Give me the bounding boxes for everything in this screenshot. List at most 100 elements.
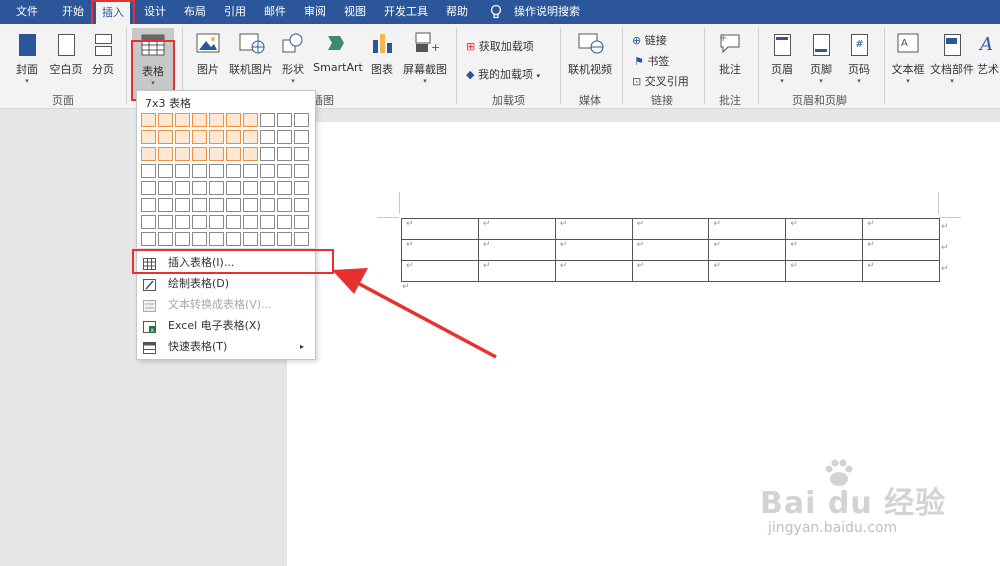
grid-cell[interactable] xyxy=(158,113,173,127)
online-picture-button[interactable]: 联机图片 xyxy=(226,32,276,77)
table-cell[interactable]: ↵ xyxy=(631,260,710,282)
table-cell[interactable]: ↵ xyxy=(631,239,710,261)
grid-cell[interactable] xyxy=(226,147,241,161)
grid-cell[interactable] xyxy=(243,147,258,161)
grid-cell[interactable] xyxy=(141,181,156,195)
grid-cell[interactable] xyxy=(192,181,207,195)
grid-cell[interactable] xyxy=(277,164,292,178)
grid-cell[interactable] xyxy=(277,232,292,246)
grid-cell[interactable] xyxy=(192,232,207,246)
grid-cell[interactable] xyxy=(226,215,241,229)
tab-file[interactable]: 文件 xyxy=(16,0,38,24)
grid-cell[interactable] xyxy=(209,181,224,195)
grid-cell[interactable] xyxy=(158,181,173,195)
grid-cell[interactable] xyxy=(277,147,292,161)
draw-table-menu-item[interactable]: 绘制表格(D) xyxy=(138,274,314,294)
tab-design[interactable]: 设计 xyxy=(144,0,166,24)
grid-cell[interactable] xyxy=(277,198,292,212)
bookmark-button[interactable]: ⚑ 书签 xyxy=(634,53,669,69)
wordart-button[interactable]: A 艺术 xyxy=(976,32,1000,77)
grid-cell[interactable] xyxy=(158,198,173,212)
grid-cell[interactable] xyxy=(243,215,258,229)
grid-cell[interactable] xyxy=(175,113,190,127)
grid-cell[interactable] xyxy=(243,181,258,195)
header-button[interactable]: 页眉 ▾ xyxy=(766,32,798,85)
grid-cell[interactable] xyxy=(260,164,275,178)
grid-cell[interactable] xyxy=(192,198,207,212)
table-cell[interactable]: ↵ xyxy=(862,239,940,261)
grid-cell[interactable] xyxy=(175,130,190,144)
tab-layout[interactable]: 布局 xyxy=(184,0,206,24)
grid-cell[interactable] xyxy=(226,198,241,212)
table-cell[interactable]: ↵ xyxy=(401,218,479,240)
grid-cell[interactable] xyxy=(226,232,241,246)
table-cell[interactable]: ↵ xyxy=(477,218,556,240)
grid-cell[interactable] xyxy=(294,232,309,246)
grid-cell[interactable] xyxy=(158,147,173,161)
table-cell[interactable]: ↵ xyxy=(862,218,940,240)
grid-cell[interactable] xyxy=(243,130,258,144)
grid-cell[interactable] xyxy=(294,181,309,195)
picture-button[interactable]: 图片 xyxy=(192,32,224,77)
grid-cell[interactable] xyxy=(141,147,156,161)
grid-cell[interactable] xyxy=(158,130,173,144)
grid-cell[interactable] xyxy=(277,181,292,195)
grid-cell[interactable] xyxy=(294,215,309,229)
table-cell[interactable]: ↵ xyxy=(554,218,633,240)
quick-tables-menu-item[interactable]: 快速表格(T) ▸ xyxy=(138,337,314,357)
table-cell[interactable]: ↵ xyxy=(631,218,710,240)
grid-cell[interactable] xyxy=(260,147,275,161)
grid-cell[interactable] xyxy=(226,113,241,127)
grid-cell[interactable] xyxy=(277,130,292,144)
grid-cell[interactable] xyxy=(209,147,224,161)
tab-home[interactable]: 开始 xyxy=(62,0,84,24)
quick-parts-button[interactable]: 文档部件 ▾ xyxy=(930,32,974,85)
table-cell[interactable]: ↵ xyxy=(785,260,864,282)
grid-cell[interactable] xyxy=(209,198,224,212)
my-addins-button[interactable]: ◆ 我的加载项 ▾ xyxy=(466,66,540,82)
table-cell[interactable]: ↵ xyxy=(708,218,787,240)
table-cell[interactable]: ↵ xyxy=(554,239,633,261)
smartart-button[interactable]: SmartArt xyxy=(312,32,364,74)
grid-cell[interactable] xyxy=(294,147,309,161)
grid-cell[interactable] xyxy=(209,130,224,144)
tab-mailings[interactable]: 邮件 xyxy=(264,0,286,24)
tab-review[interactable]: 审阅 xyxy=(304,0,326,24)
grid-cell[interactable] xyxy=(243,198,258,212)
grid-cell[interactable] xyxy=(158,215,173,229)
grid-cell[interactable] xyxy=(294,164,309,178)
grid-cell[interactable] xyxy=(175,147,190,161)
grid-cell[interactable] xyxy=(158,232,173,246)
online-video-button[interactable]: 联机视频 xyxy=(566,32,614,77)
grid-cell[interactable] xyxy=(192,113,207,127)
grid-cell[interactable] xyxy=(209,232,224,246)
tab-view[interactable]: 视图 xyxy=(344,0,366,24)
excel-spreadsheet-menu-item[interactable]: x Excel 电子表格(X) xyxy=(138,316,314,336)
link-button[interactable]: ⊕ 链接 xyxy=(632,32,667,48)
blank-page-button[interactable]: 空白页 xyxy=(48,32,84,77)
grid-cell[interactable] xyxy=(175,232,190,246)
grid-cell[interactable] xyxy=(192,130,207,144)
grid-cell[interactable] xyxy=(141,113,156,127)
grid-cell[interactable] xyxy=(209,164,224,178)
grid-cell[interactable] xyxy=(141,198,156,212)
grid-cell[interactable] xyxy=(294,113,309,127)
table-size-grid[interactable] xyxy=(141,113,313,253)
grid-cell[interactable] xyxy=(294,130,309,144)
grid-cell[interactable] xyxy=(209,215,224,229)
table-cell[interactable]: ↵ xyxy=(708,260,787,282)
table-cell[interactable]: ↵ xyxy=(554,260,633,282)
table-cell[interactable]: ↵ xyxy=(708,239,787,261)
grid-cell[interactable] xyxy=(260,181,275,195)
comment-button[interactable]: + 批注 xyxy=(712,32,748,77)
grid-cell[interactable] xyxy=(243,232,258,246)
tab-developer[interactable]: 开发工具 xyxy=(384,0,428,24)
grid-cell[interactable] xyxy=(277,113,292,127)
grid-cell[interactable] xyxy=(192,215,207,229)
grid-cell[interactable] xyxy=(158,164,173,178)
grid-cell[interactable] xyxy=(260,198,275,212)
table-cell[interactable]: ↵ xyxy=(401,239,479,261)
shapes-button[interactable]: 形状 ▾ xyxy=(278,32,308,85)
table-cell[interactable]: ↵ xyxy=(477,239,556,261)
table-cell[interactable]: ↵ xyxy=(785,218,864,240)
